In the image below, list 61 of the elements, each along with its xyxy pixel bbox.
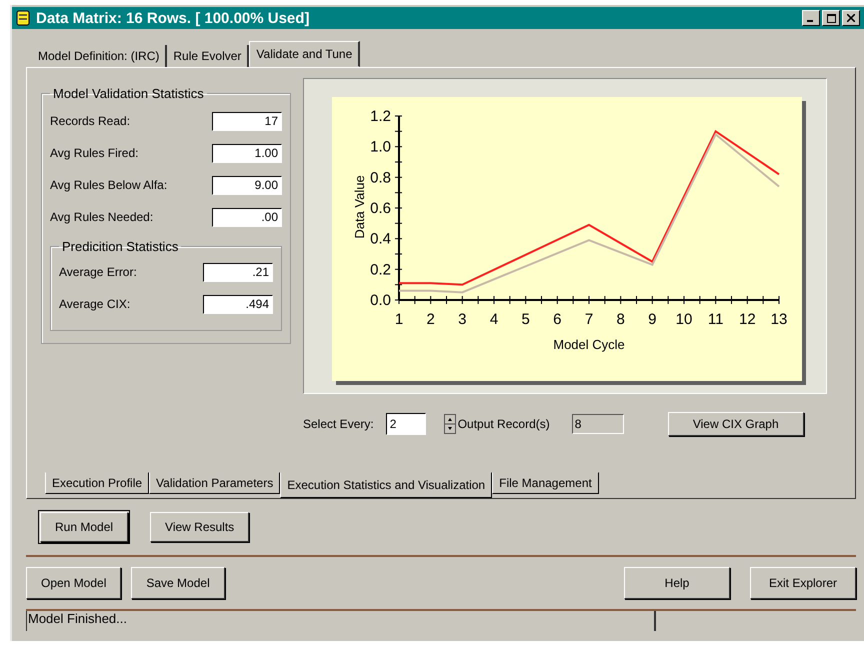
x-tick-label: 8	[616, 311, 625, 328]
stat-field[interactable]: .00	[212, 208, 282, 226]
maximize-icon	[826, 14, 836, 22]
y-tick-label: 1.2	[370, 108, 391, 125]
action-button[interactable]: Exit Explorer	[750, 567, 856, 599]
tab[interactable]: Validation Parameters	[149, 472, 280, 494]
field-label: Output Record(s)	[458, 417, 550, 431]
x-tick-label: 5	[522, 311, 530, 328]
x-tick-label: 13	[770, 311, 788, 328]
tab[interactable]: File Management	[492, 472, 599, 494]
y-tick-label: 0.0	[370, 292, 391, 309]
x-axis-label: Model Cycle	[553, 337, 625, 352]
x-tick-label: 11	[708, 311, 724, 328]
stat-field[interactable]: .21	[203, 262, 273, 282]
field-label: Avg Rules Below Alfa:	[50, 178, 168, 192]
x-tick-label: 9	[648, 311, 656, 328]
x-tick-label: 6	[553, 311, 562, 328]
tab[interactable]: Execution Profile	[45, 472, 150, 494]
number-field[interactable]: 2	[386, 413, 426, 435]
field-label: Average CIX:	[59, 297, 130, 311]
x-tick-label: 2	[426, 311, 435, 328]
field-label: Avg Rules Needed:	[50, 210, 154, 224]
stat-field[interactable]: .494	[203, 294, 273, 314]
view-graph-button[interactable]: View CIX Graph	[668, 412, 804, 436]
action-button[interactable]: Help	[624, 567, 730, 599]
x-tick-label: 12	[739, 311, 756, 328]
tab[interactable]: Execution Statistics and Visualization	[280, 472, 492, 498]
database-icon	[16, 10, 30, 26]
action-button[interactable]: Run Model	[40, 512, 128, 542]
close-icon	[847, 14, 855, 22]
x-tick-label: 3	[458, 311, 466, 328]
output-field[interactable]: 8	[572, 414, 624, 434]
status-text: Model Finished...	[26, 611, 654, 631]
action-button[interactable]: Save Model	[131, 567, 225, 599]
y-tick-label: 0.6	[370, 200, 391, 217]
stat-field[interactable]: 1.00	[212, 144, 282, 162]
field-label: Select Every:	[303, 417, 374, 431]
field-label: Records Read:	[50, 114, 130, 128]
x-tick-label: 1	[394, 311, 404, 328]
y-tick-label: 0.8	[370, 169, 391, 186]
minimize-button[interactable]	[802, 10, 820, 26]
y-axis-label: Data Value	[352, 175, 367, 239]
action-button[interactable]: View Results	[150, 512, 250, 542]
field-label: Average Error:	[59, 265, 137, 279]
stat-field[interactable]: 17	[212, 112, 282, 130]
stat-field[interactable]: 9.00	[212, 176, 282, 194]
x-tick-label: 4	[490, 311, 498, 328]
y-tick-label: 0.4	[370, 230, 391, 248]
x-tick-label: 7	[584, 311, 594, 328]
y-tick-label: 0.2	[370, 261, 391, 278]
group-title: Model Validation Statistics	[52, 86, 205, 101]
group-title: Predicition Statistics	[61, 239, 180, 254]
field-label: Avg Rules Fired:	[50, 146, 138, 160]
x-tick-label: 10	[676, 311, 692, 328]
spinner-icon[interactable]	[444, 414, 456, 434]
window-title: Data Matrix: 16 Rows. [ 100.00% Used]	[36, 10, 310, 26]
close-button[interactable]	[842, 10, 860, 26]
tab[interactable]: Validate and Tune	[249, 41, 360, 67]
y-tick-label: 1.0	[370, 138, 391, 156]
maximize-button[interactable]	[822, 10, 840, 26]
action-button[interactable]: Open Model	[26, 567, 122, 599]
